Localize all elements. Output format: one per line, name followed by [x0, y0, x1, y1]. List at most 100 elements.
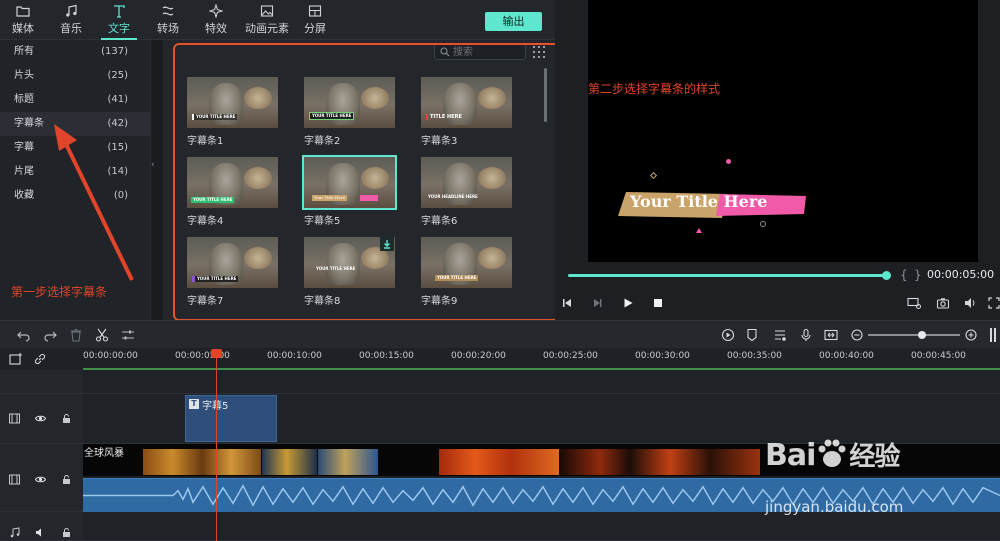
tab-label: 媒体: [12, 22, 34, 35]
preview-timecode: 00:00:05:00: [927, 268, 995, 281]
transition-icon: [162, 6, 174, 16]
track-header-audio: [0, 512, 83, 541]
tab-split-screen[interactable]: 分屏: [295, 4, 335, 38]
video-frame: [439, 449, 559, 475]
tab-elements[interactable]: 动画元素: [242, 4, 292, 38]
timeline-ruler[interactable]: 00:00:00:00 00:00:05:00 00:00:10:00 00:0…: [0, 348, 1000, 370]
tab-label: 特效: [205, 22, 227, 35]
shield-icon: [747, 328, 757, 342]
volume-button[interactable]: [963, 296, 977, 310]
sparkle-icon: [209, 4, 223, 18]
category-label: 字幕条: [14, 118, 44, 129]
category-item-all[interactable]: 所有 (137): [0, 40, 150, 64]
link-icon: [34, 353, 46, 365]
playhead-handle[interactable]: [211, 349, 222, 358]
category-item-titles[interactable]: 标题 (41): [0, 88, 150, 112]
lock-icon[interactable]: [61, 474, 72, 485]
mark-out-icon[interactable]: }: [914, 268, 922, 282]
split-audio-button[interactable]: [773, 328, 787, 342]
eye-icon[interactable]: [34, 474, 47, 485]
zoom-out-button[interactable]: [850, 328, 864, 342]
preview-title-text: Your Title Here: [630, 192, 768, 211]
tab-transition[interactable]: 转场: [148, 4, 188, 38]
media-highlight-box: [173, 43, 560, 321]
add-track-button[interactable]: [9, 352, 23, 366]
play-button[interactable]: [621, 296, 635, 310]
track-lane-audio[interactable]: [83, 512, 1000, 541]
trash-icon: [71, 328, 81, 342]
panel-divider[interactable]: [150, 40, 162, 320]
display-settings-button[interactable]: [907, 296, 921, 310]
step-forward-button[interactable]: [590, 296, 604, 310]
watermark-brand: Bai: [765, 438, 816, 473]
tab-label: 分屏: [304, 22, 326, 35]
lock-icon[interactable]: [61, 413, 72, 424]
delete-button[interactable]: [69, 328, 83, 342]
adjust-button[interactable]: [121, 328, 135, 342]
top-toolbar: 媒体 音乐 文字 转场 特效 动画元素 分屏 输出: [0, 0, 555, 40]
title-clip[interactable]: T 字幕5: [185, 395, 277, 442]
speaker-icon[interactable]: [35, 527, 46, 538]
text-clip-icon: T: [189, 399, 199, 409]
zoom-slider-knob[interactable]: [918, 331, 926, 339]
category-item-intro[interactable]: 片头 (25): [0, 64, 150, 88]
cut-button[interactable]: [95, 328, 109, 342]
ruler-tick: 00:00:15:00: [359, 351, 414, 361]
split-screen-icon: [308, 5, 322, 17]
undo-button[interactable]: [17, 328, 31, 342]
minus-circle-icon: [851, 329, 863, 341]
speaker-icon: [965, 298, 975, 308]
track-header-title: [0, 394, 83, 444]
step-forward-icon: [594, 299, 602, 307]
zoom-in-button[interactable]: [964, 328, 978, 342]
zoom-slider-track[interactable]: [868, 334, 960, 336]
fullscreen-button[interactable]: [987, 296, 1000, 310]
sparkle-dot: [726, 159, 731, 164]
film-strip-icon: [9, 413, 20, 424]
category-label: 所有: [14, 46, 34, 57]
tab-text[interactable]: 文字: [99, 4, 139, 40]
annotation-step-2: 第二步选择字幕条的样式: [588, 82, 721, 96]
snapshot-button[interactable]: [936, 296, 950, 310]
ruler-tick: 00:00:10:00: [267, 351, 322, 361]
render-button[interactable]: [721, 328, 735, 342]
playback-progress-knob[interactable]: [882, 271, 891, 280]
lock-icon[interactable]: [61, 527, 72, 538]
collapse-left-icon[interactable]: ‹: [151, 160, 155, 170]
sparkle-triangle: [696, 228, 702, 233]
tab-label: 音乐: [60, 22, 82, 35]
watermark-url: jingyan.baidu.com: [765, 498, 904, 516]
eye-icon[interactable]: [34, 413, 47, 424]
tab-label: 转场: [157, 22, 179, 35]
fit-timeline-button[interactable]: [824, 328, 838, 342]
track-header-empty: [0, 370, 83, 394]
stop-button[interactable]: [651, 296, 665, 310]
monitor-settings-icon: [907, 297, 921, 309]
tab-effects[interactable]: 特效: [196, 4, 236, 38]
render-icon: [721, 328, 735, 342]
playback-progress-bar[interactable]: [568, 274, 886, 277]
ruler-tick: 00:00:00:00: [83, 351, 138, 361]
video-frame: [262, 449, 317, 475]
tab-media[interactable]: 媒体: [3, 4, 43, 38]
panel-grip-icon[interactable]: [990, 328, 998, 342]
ruler-tick: 00:00:35:00: [727, 351, 782, 361]
mark-in-icon[interactable]: {: [900, 268, 908, 282]
playhead-line[interactable]: [216, 349, 217, 541]
redo-button[interactable]: [43, 328, 57, 342]
link-button[interactable]: [33, 352, 47, 366]
tab-music[interactable]: 音乐: [51, 4, 91, 38]
export-button[interactable]: 输出: [485, 12, 542, 31]
record-voice-button[interactable]: [799, 328, 813, 342]
text-icon: [114, 5, 125, 18]
undo-icon: [17, 331, 30, 342]
fit-width-icon: [824, 329, 838, 341]
step-back-button[interactable]: [560, 296, 574, 310]
marker-button[interactable]: [745, 328, 759, 342]
category-label: 收藏: [14, 190, 34, 201]
tab-label: 文字: [108, 22, 130, 35]
track-lane-empty[interactable]: [83, 370, 1000, 394]
annotation-arrow-1: [54, 124, 134, 281]
scissors-icon: [95, 328, 109, 342]
camera-icon: [936, 298, 950, 309]
